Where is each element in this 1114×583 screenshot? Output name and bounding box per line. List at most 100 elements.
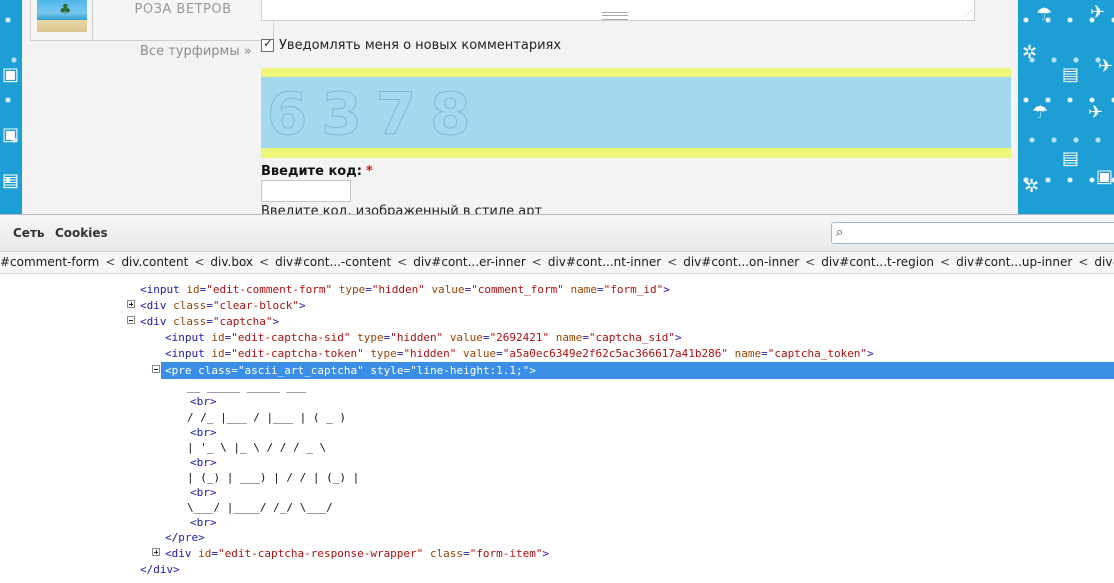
attr-name: class (173, 315, 207, 328)
attr-value: "2692421" (489, 331, 550, 344)
notify-label[interactable]: Уведомлять меня о новых комментариях (279, 38, 561, 53)
div-close-tag[interactable]: </div> (140, 562, 180, 577)
captcha-hint-text: Введите код, изображенный в стиле арт (261, 204, 543, 214)
devtools-search-input[interactable]: ⌕ (831, 222, 1114, 244)
pre-close-tag[interactable]: </pre> (165, 530, 205, 545)
dom-breadcrumb: #comment-form < div.content < div.box < div#co… (0, 252, 1114, 274)
expand-toggle-icon[interactable] (127, 300, 135, 308)
notify-row: ✓ Уведомлять меня о новых комментариях (261, 36, 561, 54)
attr-name: name (570, 283, 598, 296)
attr-value: "hidden" (390, 331, 444, 344)
attr-value: "captcha_token" (767, 347, 868, 360)
suitcase-icon: ▣ (2, 124, 20, 145)
breadcrumb-separator: < (105, 255, 116, 269)
tab-network[interactable]: Сеть (13, 226, 45, 240)
captcha-image: 6378 (261, 77, 1011, 148)
dom-node-input-captcha-sid[interactable]: <input id = "edit-captcha-sid" type = "hidde… (165, 330, 682, 345)
dom-node-div-clear-block[interactable]: <div class="clear-block"> (140, 298, 306, 313)
left-travel-pattern-background: ▣ ▣ ▤ (0, 0, 22, 214)
br-tag[interactable]: <br> (190, 485, 217, 500)
equals-sign: = (206, 299, 213, 312)
airplane-icon: ✈ (1090, 2, 1106, 23)
umbrella-icon: ☂ (1032, 102, 1049, 123)
br-tag[interactable]: <br> (190, 394, 217, 409)
equals-sign: = (582, 331, 589, 344)
expand-toggle-icon[interactable] (152, 548, 160, 556)
attr-name: class (198, 364, 232, 377)
breadcrumb-item[interactable]: div#cont...on-inner (683, 255, 799, 269)
notify-checkbox[interactable]: ✓ (261, 35, 274, 52)
tag-open: <div (140, 299, 174, 312)
breadcrumb-item[interactable]: div#cont...up-inner (956, 255, 1072, 269)
breadcrumb-separator: < (194, 255, 205, 269)
attr-value: "ascii_art_captcha" (237, 364, 364, 377)
breadcrumb-separator: < (940, 255, 951, 269)
dom-node-input-captcha-token[interactable]: <input id = "edit-captcha-token" type = "hid… (165, 346, 874, 361)
tag-open: <input (165, 347, 212, 360)
tour-company-card[interactable]: ♣ РОЗА ВЕТРОВ (30, 0, 274, 41)
breadcrumb-item[interactable]: div#cont...nt-inner (548, 255, 661, 269)
required-mark: * (365, 164, 373, 179)
breadcrumb-separator: < (1078, 255, 1089, 269)
equals-sign: = (597, 283, 604, 296)
br-tag[interactable]: <br> (190, 455, 217, 470)
captcha-ascii-art: 6378 (266, 80, 485, 148)
tag-close: > (542, 547, 550, 560)
bus-icon: ▤ (1062, 148, 1080, 169)
attr-name: type (370, 347, 397, 360)
dom-node-input-form-id[interactable]: <input id="edit-comment-form" type="hidd… (140, 282, 670, 297)
breadcrumb-item[interactable]: div.box (210, 255, 253, 269)
tag-open: <pre (165, 364, 199, 377)
right-travel-pattern-background: ☂ ✈ ✲ ▤ ✈ ☂ ✈ ▤ ✲ ▣ (1018, 0, 1114, 214)
tab-cookies[interactable]: Cookies (55, 226, 108, 240)
tag-open: <div (140, 315, 174, 328)
dom-node-div-captcha[interactable]: <div class="captcha"> (140, 314, 279, 329)
collapse-toggle-icon[interactable] (127, 316, 135, 324)
attr-value: "edit-captcha-sid" (231, 331, 351, 344)
attr-name: id (186, 283, 200, 296)
breadcrumb-item[interactable]: div.content (121, 255, 188, 269)
equals-sign: = (211, 547, 218, 560)
captcha-frame: 6378 (261, 68, 1011, 158)
web-content-area: ♣ РОЗА ВЕТРОВ Все турфирмы » ⋰ ✓ Уведомл… (22, 0, 1018, 214)
resize-corner-icon[interactable]: ⋰ (964, 10, 972, 18)
equals-sign: = (365, 283, 372, 296)
attr-name: value (463, 347, 497, 360)
attr-value: "hidden" (371, 283, 425, 296)
breadcrumb-item[interactable]: div#cont...-content (275, 255, 391, 269)
airplane-icon: ✈ (1088, 102, 1104, 123)
breadcrumb-item[interactable]: #comment-form (0, 255, 99, 269)
tag-close: > (298, 299, 306, 312)
attr-name: name (734, 347, 762, 360)
br-tag[interactable]: <br> (190, 515, 217, 530)
all-tour-companies-link[interactable]: Все турфирмы » (140, 44, 252, 59)
equals-sign: = (496, 347, 503, 360)
tag-open: <div (165, 547, 199, 560)
attr-value: "line-height:1.1;" (410, 364, 530, 377)
search-icon: ⌕ (836, 225, 844, 240)
ascii-art-line: __ _____ _____ ___ (187, 380, 307, 393)
breadcrumb-item[interactable]: div#cont...nt-group (1094, 255, 1114, 269)
dom-node-div-captcha-response-wrapper[interactable]: <div id="edit-captcha-response-wrapper" … (165, 546, 549, 561)
tag-open: <input (140, 283, 187, 296)
breadcrumb-item[interactable]: div#cont...t-region (821, 255, 934, 269)
equals-sign: = (482, 331, 490, 344)
breadcrumb-separator: < (397, 255, 408, 269)
tour-company-thumbnail[interactable]: ♣ (37, 0, 87, 32)
ascii-art-line: \___/ |____/ /_/ \___/ (187, 501, 333, 514)
equals-sign: = (761, 347, 768, 360)
enter-code-text: Введите код: (261, 164, 362, 179)
collapse-toggle-icon[interactable] (152, 365, 160, 373)
palm-tree-icon: ♣ (59, 2, 72, 18)
dom-node-pre-ascii-captcha[interactable]: <pre class="ascii_art_captcha" style="li… (165, 363, 536, 378)
breadcrumb-item[interactable]: div#cont...er-inner (413, 255, 526, 269)
attr-value: "captcha" (212, 315, 273, 328)
textarea-resize-grip[interactable] (602, 12, 628, 20)
attr-value: "a5a0ec6349e2f62c5ac366617a41b286" (502, 347, 728, 360)
web-page-viewport: ▣ ▣ ▤ ♣ РОЗА ВЕТРОВ Все турфирмы » ⋰ ✓ У… (0, 0, 1114, 214)
br-tag[interactable]: <br> (190, 425, 217, 440)
captcha-code-input[interactable] (261, 180, 351, 202)
tour-company-name[interactable]: РОЗА ВЕТРОВ (93, 2, 273, 17)
check-mark-icon: ✓ (263, 35, 274, 50)
comment-textarea[interactable]: ⋰ (261, 0, 975, 21)
